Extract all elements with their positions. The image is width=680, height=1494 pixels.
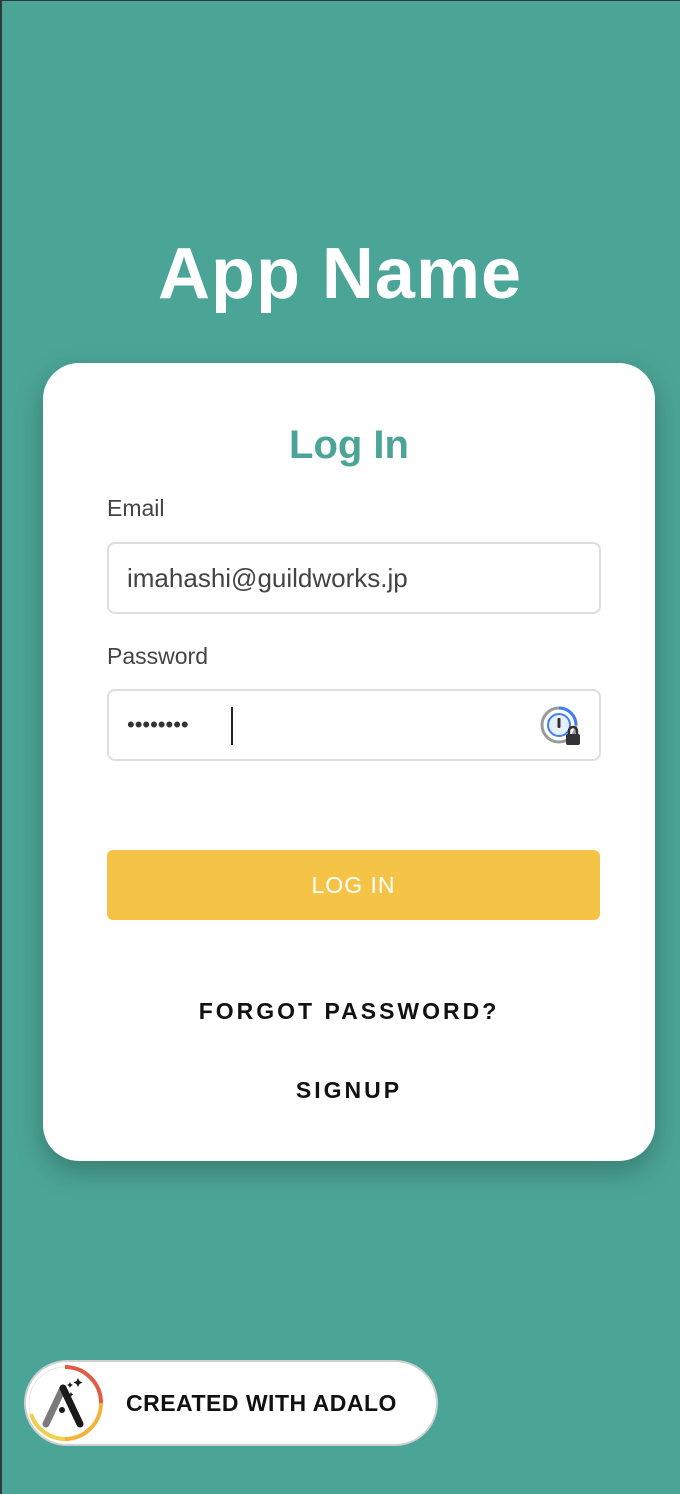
- adalo-logo-icon: [28, 1365, 103, 1441]
- password-label: Password: [107, 643, 208, 669]
- app-title: App Name: [157, 234, 523, 314]
- text-caret: [231, 707, 233, 745]
- password-field[interactable]: ••••••••: [107, 689, 601, 761]
- email-field[interactable]: imahashi@guildworks.jp: [107, 542, 601, 614]
- password-value: ••••••••: [127, 712, 189, 737]
- signup-link[interactable]: SIGNUP: [43, 1075, 655, 1105]
- login-heading: Log In: [289, 423, 409, 467]
- email-label: Email: [107, 495, 165, 521]
- created-with-adalo-badge[interactable]: CREATED WITH ADALO: [24, 1360, 438, 1446]
- badge-label: CREATED WITH ADALO: [126, 1390, 397, 1416]
- forgot-password-link[interactable]: FORGOT PASSWORD?: [43, 996, 655, 1026]
- login-button[interactable]: LOG IN: [107, 850, 600, 920]
- email-value: imahashi@guildworks.jp: [127, 563, 408, 593]
- login-card: Log In Email imahashi@guildworks.jp Pass…: [43, 363, 655, 1161]
- window-left-border: [0, 0, 2, 1494]
- password-manager-icon[interactable]: [539, 703, 585, 749]
- window-top-border: [0, 0, 680, 1]
